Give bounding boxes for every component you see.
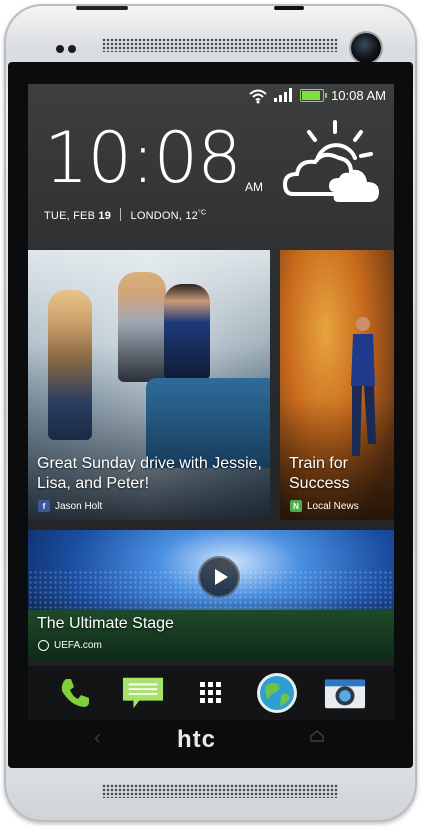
date-location-line[interactable]: TUE, FEB 19 LONDON, 12°C [44,208,206,222]
status-bar: 10:08 AM [28,84,394,108]
partly-cloudy-weather-icon[interactable] [283,120,383,206]
brand-logo: htc [177,726,216,753]
power-button[interactable] [274,6,304,10]
wifi-icon [249,89,267,104]
app-dock [28,666,394,720]
tile-title: Great Sunday drive with Jessie, Lisa, an… [37,455,262,492]
tile-source: N Local News [290,500,359,512]
camera-icon [324,679,366,709]
date-separator [120,208,122,221]
browser-app[interactable] [256,672,298,714]
phone-icon [61,679,89,707]
signal-icon [274,88,292,102]
volume-button[interactable] [76,6,128,10]
person-right [164,284,210,380]
browser-globe-icon [257,673,297,713]
status-time: 10:08 AM [331,88,386,103]
blinkfeed-tile-social[interactable]: Great Sunday drive with Jessie, Lisa, an… [28,250,270,520]
messages-app[interactable] [122,672,164,714]
tile-source-label: Jason Holt [55,500,103,512]
news-icon: N [290,500,302,512]
apps-grid-icon [200,682,221,703]
runner-figure [351,317,376,456]
play-icon[interactable] [198,556,240,598]
facebook-icon: f [38,500,50,512]
battery-icon [300,89,327,102]
tile-title: The Ultimate Stage [37,615,174,632]
bottom-speaker [102,784,338,798]
person-middle [118,272,166,382]
light-sensor [68,45,76,53]
tile-source: UEFA.com [38,640,102,651]
date-day: TUE, FEB [44,210,96,222]
home-icon[interactable] [310,730,324,742]
earpiece-speaker [102,38,338,52]
tile-source-label: UEFA.com [54,640,102,651]
temp-unit: °C [197,209,207,217]
blinkfeed-tile-news[interactable]: Train for Success N Local News [280,250,394,520]
tile-source-label: Local News [307,500,359,512]
clock-ampm: AM [245,180,263,194]
phone-app[interactable] [54,672,96,714]
weather-location: LONDON, 12 [130,210,198,222]
camera-app[interactable] [324,672,366,714]
home-screen: 10:08 AM 10:08 AM TUE, FEB 19 LONDON, 12… [28,84,394,720]
all-apps-button[interactable] [190,672,232,714]
back-icon[interactable]: ‹ [94,728,101,748]
messages-icon [122,677,164,709]
tile-title: Train for Success [289,455,350,492]
person-left [48,290,92,440]
tile-source: f Jason Holt [38,500,102,512]
date-number: 19 [98,210,112,222]
hardware-nav-bar: ‹ htc [28,720,394,756]
front-camera [351,33,381,63]
blinkfeed-tile-video[interactable]: The Ultimate Stage UEFA.com [28,530,394,660]
clock-time[interactable]: 10:08 [44,118,242,198]
proximity-sensor [56,45,64,53]
uefa-icon [38,640,49,651]
